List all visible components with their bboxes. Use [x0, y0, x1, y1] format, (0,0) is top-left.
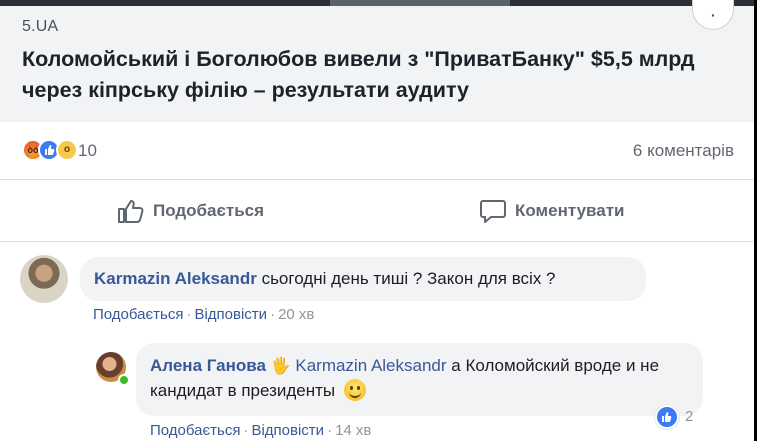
wow-reaction-icon: o [56, 139, 78, 161]
post-actions-bar: Подобається Коментувати [0, 180, 754, 242]
comment-button[interactable]: Коментувати [479, 198, 659, 224]
thumbs-up-icon [118, 200, 144, 223]
separator-dot: · [186, 306, 192, 323]
smile-emoji-icon [343, 379, 366, 401]
wave-hand-icon: 🖐 [270, 358, 291, 375]
like-button[interactable]: Подобається [117, 198, 297, 224]
reply-meta: Подобається · Відповісти · 14 хв [150, 422, 371, 439]
reply-author-link[interactable]: Алена Ганова [150, 356, 266, 375]
link-source: 5.UA [22, 18, 59, 35]
like-button-label: Подобається [153, 201, 265, 220]
reply-likes-count: 2 [685, 408, 694, 425]
reply-reply-link[interactable]: Відповісти [251, 422, 324, 439]
more-options-button[interactable]: · [692, 0, 734, 30]
avatar[interactable] [20, 255, 68, 303]
comment-text: сьогодні день тиші ? Закон для всіх ? [261, 269, 556, 288]
like-reaction-icon [655, 405, 679, 429]
reply-timestamp[interactable]: 14 хв [335, 422, 371, 439]
reply-like-link[interactable]: Подобається [150, 422, 240, 439]
ellipsis-icon: · [711, 7, 716, 23]
separator-dot: · [327, 422, 333, 439]
link-preview-card[interactable]: · 5.UA Коломойський і Боголюбов вивели з… [0, 0, 754, 122]
link-headline[interactable]: Коломойський і Боголюбов вивели з "Прива… [22, 44, 737, 106]
separator-dot: · [270, 306, 276, 323]
comment-like-link[interactable]: Подобається [93, 306, 183, 323]
comment-meta: Подобається · Відповісти · 20 хв [93, 306, 314, 323]
comment-bubble-icon [480, 200, 506, 223]
facebook-post-frame: · 5.UA Коломойський і Боголюбов вивели з… [0, 0, 754, 441]
comment-bubble: Karmazin Aleksandr сьогодні день тиші ? … [80, 257, 646, 301]
reaction-count[interactable]: 10 [78, 141, 97, 161]
post-stats-bar: òó o 10 6 коментарів [0, 122, 754, 180]
comment-count-link[interactable]: 6 коментарів [633, 141, 734, 161]
comment-button-label: Коментувати [515, 201, 625, 220]
comment-timestamp[interactable]: 20 хв [278, 306, 314, 323]
comment-author-link[interactable]: Karmazin Aleksandr [94, 269, 257, 288]
separator-dot: · [243, 422, 249, 439]
reply-bubble: Алена Ганова 🖐 Karmazin Aleksandr а Коло… [136, 343, 703, 416]
comment-reply-link[interactable]: Відповісти [194, 306, 267, 323]
online-status-dot [118, 374, 130, 386]
mention-link[interactable]: Karmazin Aleksandr [295, 356, 446, 375]
